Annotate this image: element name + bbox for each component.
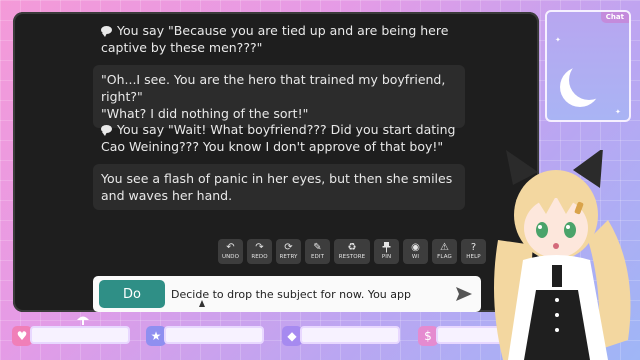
heart-icon: ♥ <box>12 326 32 346</box>
edit-button[interactable]: ✎ EDIT <box>305 239 330 264</box>
retry-button[interactable]: ⟳ RETRY <box>276 239 301 264</box>
experience-bar <box>164 326 264 344</box>
help-icon: ? <box>470 242 477 253</box>
chat-widget[interactable]: Chat ✦ ✦ <box>545 10 631 122</box>
send-icon <box>456 287 472 301</box>
gem-icon: ◆ <box>282 326 302 346</box>
player-message: You say "Because you are tied up and are… <box>101 23 449 55</box>
mouse-cursor-icon <box>199 300 205 307</box>
pin-button[interactable]: PIN <box>374 239 399 264</box>
action-mode-button[interactable]: Do <box>99 280 165 308</box>
redo-button[interactable]: ↷ REDO <box>247 239 272 264</box>
flag-icon: ⚠ <box>440 242 449 253</box>
flag-button[interactable]: ⚠ FLAG <box>432 239 457 264</box>
ai-message: "Oh...I see. You are the hero that train… <box>93 65 465 128</box>
pin-icon <box>382 242 391 254</box>
story-log[interactable]: You say "Because you are tied up and are… <box>13 12 539 262</box>
sparkle-icon: ✦ <box>555 36 561 44</box>
health-bar <box>30 326 130 344</box>
chat-tab[interactable]: Chat <box>600 12 629 23</box>
story-panel: You say "Because you are tied up and are… <box>13 12 539 312</box>
world-info-icon: ◉ <box>411 242 420 253</box>
restore-icon: ♻ <box>347 242 357 253</box>
restore-button[interactable]: ♻ RESTORE <box>334 239 370 264</box>
action-input-row: Do <box>93 276 481 312</box>
edit-icon: ✎ <box>313 242 322 253</box>
redo-icon: ↷ <box>255 242 264 253</box>
world-info-button[interactable]: ◉ WI <box>403 239 428 264</box>
speech-bubble-icon <box>101 26 112 37</box>
sparkle-icon: ✦ <box>615 108 621 116</box>
mushroom-icon <box>77 316 89 325</box>
undo-icon: ↶ <box>226 242 235 253</box>
action-toolbar: ↶ UNDO ↷ REDO ⟳ RETRY ✎ EDIT ♻ RESTORE P… <box>218 239 486 264</box>
character-portrait <box>494 150 631 360</box>
ai-message: You see a flash of panic in her eyes, bu… <box>93 164 465 210</box>
undo-button[interactable]: ↶ UNDO <box>218 239 243 264</box>
action-input[interactable] <box>171 284 451 304</box>
speech-bubble-icon <box>101 125 112 136</box>
dollar-icon: $ <box>418 326 438 346</box>
send-button[interactable] <box>455 285 473 303</box>
retry-icon: ⟳ <box>284 242 293 253</box>
mana-bar <box>300 326 400 344</box>
star-icon: ★ <box>146 326 166 346</box>
moon-icon <box>569 60 609 100</box>
player-message: You say "Wait! What boyfriend??? Did you… <box>101 122 456 154</box>
